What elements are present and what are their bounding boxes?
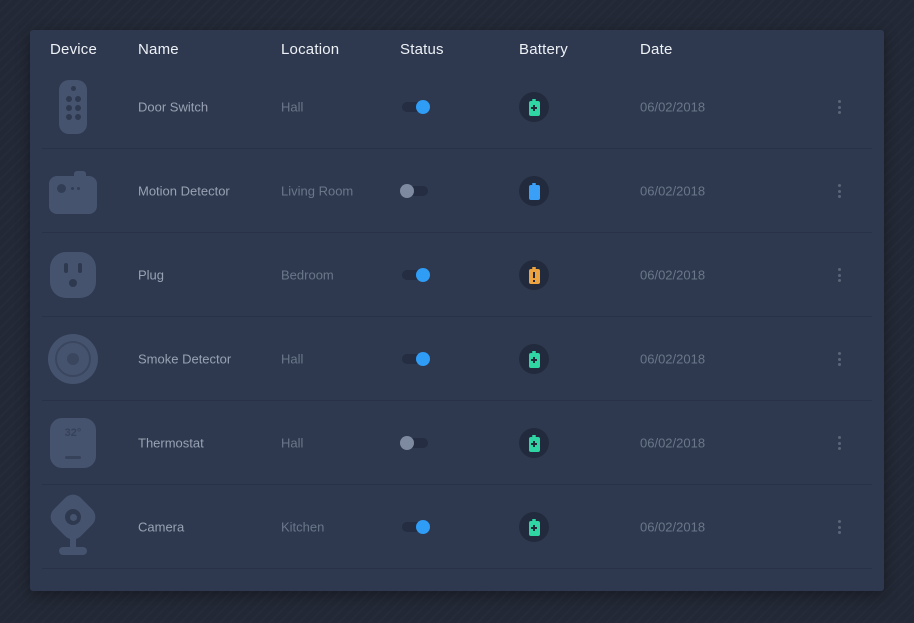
kebab-icon: [838, 520, 841, 523]
status-toggle[interactable]: [400, 184, 428, 198]
plug-icon: [50, 252, 96, 298]
table-row: Smoke Detector Hall 06/02/2018: [30, 317, 884, 401]
table-header: Device Name Location Status Battery Date: [30, 30, 884, 65]
camera-icon: [45, 490, 101, 558]
row-menu-button[interactable]: [832, 347, 847, 371]
door-switch-icon: [59, 80, 87, 134]
kebab-icon: [838, 100, 841, 103]
device-name: Smoke Detector: [138, 351, 232, 367]
battery-charging-icon: [528, 518, 540, 536]
kebab-icon: [838, 184, 841, 187]
toggle-knob: [416, 100, 430, 114]
column-header-battery: Battery: [519, 40, 568, 58]
toggle-knob: [400, 436, 414, 450]
device-table-panel: Device Name Location Status Battery Date…: [30, 30, 884, 591]
battery-badge: [519, 512, 549, 542]
device-date: 06/02/2018: [640, 435, 706, 451]
toggle-knob: [416, 520, 430, 534]
device-location: Hall: [281, 99, 304, 115]
device-location: Hall: [281, 435, 304, 451]
device-date: 06/02/2018: [640, 183, 706, 199]
device-name: Plug: [138, 267, 165, 283]
kebab-icon: [838, 352, 841, 355]
battery-badge: [519, 176, 549, 206]
status-toggle[interactable]: [402, 520, 430, 534]
device-name: Motion Detector: [138, 183, 230, 199]
table-row: Camera Kitchen 06/02/2018: [30, 485, 884, 569]
thermostat-temp-label: 32°: [64, 427, 82, 439]
column-header-name: Name: [138, 40, 179, 58]
toggle-knob: [416, 268, 430, 282]
device-location: Hall: [281, 351, 304, 367]
table-row: Motion Detector Living Room 06/02/2018: [30, 149, 884, 233]
toggle-knob: [416, 352, 430, 366]
device-date: 06/02/2018: [640, 519, 706, 535]
table-row: Door Switch Hall 06/02/2018: [30, 65, 884, 149]
column-header-status: Status: [400, 40, 444, 58]
column-header-location: Location: [281, 40, 340, 58]
device-location: Living Room: [281, 183, 354, 199]
battery-badge: [519, 260, 549, 290]
battery-charging-icon: [528, 350, 540, 368]
row-menu-button[interactable]: [832, 515, 847, 539]
row-menu-button[interactable]: [832, 179, 847, 203]
status-toggle[interactable]: [402, 352, 430, 366]
device-date: 06/02/2018: [640, 99, 706, 115]
table-row: Plug Bedroom 06/02/2018: [30, 233, 884, 317]
device-location: Bedroom: [281, 267, 334, 283]
device-name: Camera: [138, 519, 185, 535]
device-name: Door Switch: [138, 99, 209, 115]
row-menu-button[interactable]: [832, 431, 847, 455]
toggle-knob: [400, 184, 414, 198]
row-menu-button[interactable]: [832, 263, 847, 287]
device-name: Thermostat: [138, 435, 204, 451]
status-toggle[interactable]: [402, 100, 430, 114]
table-row: 32° Thermostat Hall 06/02/2018: [30, 401, 884, 485]
column-header-date: Date: [640, 40, 673, 58]
battery-badge: [519, 428, 549, 458]
column-header-device: Device: [50, 40, 98, 58]
smoke-detector-icon: [48, 334, 98, 384]
battery-badge: [519, 344, 549, 374]
kebab-icon: [838, 268, 841, 271]
device-date: 06/02/2018: [640, 267, 706, 283]
battery-badge: [519, 92, 549, 122]
row-menu-button[interactable]: [832, 95, 847, 119]
battery-alert-icon: [528, 266, 540, 284]
thermostat-icon: 32°: [50, 418, 96, 468]
kebab-icon: [838, 436, 841, 439]
device-location: Kitchen: [281, 519, 325, 535]
status-toggle[interactable]: [400, 436, 428, 450]
battery-full-icon: [528, 182, 540, 200]
battery-charging-icon: [528, 98, 540, 116]
device-date: 06/02/2018: [640, 351, 706, 367]
status-toggle[interactable]: [402, 268, 430, 282]
battery-charging-icon: [528, 434, 540, 452]
motion-detector-icon: [49, 171, 97, 214]
